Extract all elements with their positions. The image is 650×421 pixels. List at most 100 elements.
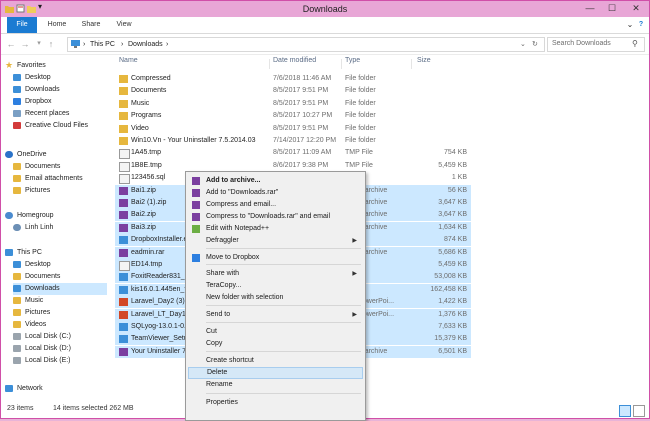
table-row[interactable]: 1A45.tmp 8/5/2017 11:09 AM TMP File 754 KB — [115, 147, 471, 160]
navigation-bar: ← → ▾ ↑ › This PC › Downloads › ⌄ ↻ Sear… — [1, 34, 649, 55]
large-icons-view-icon[interactable] — [633, 405, 645, 417]
nav-item-email-attachments[interactable]: Email attachments — [13, 173, 119, 185]
nav-item-onedrive[interactable]: OneDrive — [5, 149, 111, 161]
breadcrumb-this-pc[interactable]: This PC — [90, 39, 115, 50]
dropbox-icon — [192, 254, 200, 262]
menu-item-label: Rename — [206, 381, 233, 388]
context-menu: Add to archive... Add to "Downloads.rar" C… — [185, 171, 366, 421]
menu-item-cut[interactable]: Cut — [188, 326, 363, 338]
nav-item-dropbox[interactable]: Dropbox — [13, 96, 119, 108]
table-row[interactable]: Music 8/5/2017 9:51 PM File folder — [115, 98, 471, 110]
menu-item-label: Cut — [206, 328, 217, 335]
file-icon — [119, 174, 130, 185]
column-header-type[interactable]: Type — [345, 57, 360, 64]
column-divider[interactable] — [341, 59, 342, 69]
close-button[interactable]: ✕ — [623, 1, 649, 15]
disk-icon — [13, 345, 21, 352]
address-bar[interactable]: › This PC › Downloads › ⌄ ↻ — [67, 37, 545, 52]
dropbox-icon — [13, 98, 21, 105]
menu-item-compress-to-downloads-rar-and-email[interactable]: Compress to "Downloads.rar" and email — [188, 211, 363, 223]
table-row[interactable]: Win10.Vn - Your Uninstaller 7.5.2014.03 7… — [115, 135, 471, 147]
menu-item-add-to-archive[interactable]: Add to archive... — [188, 175, 363, 187]
column-header-date[interactable]: Date modified — [273, 57, 316, 64]
menu-item-label: Share with — [206, 270, 240, 277]
nav-item-homegroup[interactable]: Homegroup — [5, 210, 111, 222]
tab-share[interactable]: Share — [77, 17, 105, 33]
tab-home[interactable]: Home — [43, 17, 71, 33]
navigation-pane: ★ Favorites Desktop Downloads Dropbox Re… — [1, 55, 111, 400]
ppt-icon — [119, 310, 128, 319]
menu-item-compress-and-email[interactable]: Compress and email... — [188, 199, 363, 211]
help-icon[interactable]: ? — [635, 17, 647, 33]
address-dropdown-icon[interactable]: ⌄ — [520, 39, 526, 50]
user-icon — [13, 224, 21, 231]
up-button[interactable]: ↑ — [45, 38, 57, 50]
menu-item-edit-with-notepad[interactable]: Edit with Notepad++ — [188, 223, 363, 235]
tab-view[interactable]: View — [111, 17, 137, 33]
nav-item-disk-d[interactable]: Local Disk (D:) — [13, 343, 119, 355]
menu-item-defraggler[interactable]: Defraggler ▶ — [188, 235, 363, 247]
menu-item-move-to-dropbox[interactable]: Move to Dropbox — [188, 252, 363, 264]
network-icon — [5, 385, 13, 392]
recent-locations-icon[interactable]: ▾ — [33, 38, 45, 50]
nav-item-onedrive-pictures[interactable]: Pictures — [13, 185, 119, 197]
menu-item-label: Add to "Downloads.rar" — [206, 189, 279, 196]
nav-item-creative-cloud[interactable]: Creative Cloud Files — [13, 120, 119, 132]
maximize-button[interactable]: ☐ — [601, 1, 623, 15]
table-row[interactable]: Compressed 7/6/2018 11:46 AM File folder — [115, 73, 471, 85]
nav-item-disk-c[interactable]: Local Disk (C:) — [13, 331, 119, 343]
title-bar: ▾ Downloads — ☐ ✕ — [1, 1, 649, 17]
nav-item-videos[interactable]: Videos — [13, 319, 119, 331]
tab-file[interactable]: File — [7, 17, 37, 33]
refresh-icon[interactable]: ↻ — [532, 39, 538, 50]
nav-item-linh-linh[interactable]: Linh Linh — [13, 222, 119, 234]
menu-item-create-shortcut[interactable]: Create shortcut — [188, 355, 363, 367]
nav-item-pc-documents[interactable]: Documents — [13, 271, 119, 283]
breadcrumb-downloads[interactable]: Downloads — [128, 39, 163, 50]
nav-item-this-pc[interactable]: This PC — [5, 247, 111, 259]
nav-item-downloads[interactable]: Downloads — [13, 84, 119, 96]
menu-item-rename[interactable]: Rename — [188, 379, 363, 391]
nav-item-music[interactable]: Music — [13, 295, 119, 307]
menu-item-share-with[interactable]: Share with ▶ — [188, 268, 363, 280]
search-box[interactable]: Search Downloads ⚲ — [547, 37, 645, 52]
ribbon-expand-icon[interactable]: ⌄ — [625, 17, 635, 33]
menu-item-send-to[interactable]: Send to ▶ — [188, 309, 363, 321]
menu-item-add-to-downloads-rar[interactable]: Add to "Downloads.rar" — [188, 187, 363, 199]
nav-item-disk-e[interactable]: Local Disk (E:) — [13, 355, 119, 367]
file-size: 5,459 KB — [438, 161, 467, 169]
ppt-icon — [119, 298, 128, 307]
column-divider[interactable] — [269, 59, 270, 69]
menu-item-properties[interactable]: Properties — [188, 397, 363, 409]
search-input[interactable]: Search Downloads — [552, 40, 611, 47]
table-row[interactable]: Programs 8/5/2017 10:27 PM File folder — [115, 110, 471, 122]
nav-item-onedrive-documents[interactable]: Documents — [13, 161, 119, 173]
menu-item-delete[interactable]: Delete — [188, 367, 363, 379]
minimize-button[interactable]: — — [579, 1, 601, 15]
nav-item-pc-desktop[interactable]: Desktop — [13, 259, 119, 271]
menu-item-new-folder-with-selection[interactable]: New folder with selection — [188, 292, 363, 304]
column-header-size[interactable]: Size — [417, 57, 431, 64]
submenu-arrow-icon: ▶ — [352, 312, 357, 318]
nav-item-desktop[interactable]: Desktop — [13, 72, 119, 84]
nav-item-pc-downloads[interactable]: Downloads — [13, 283, 107, 295]
menu-item-copy[interactable]: Copy — [188, 338, 363, 350]
menu-item-teracopy[interactable]: TeraCopy... — [188, 280, 363, 292]
column-header-name[interactable]: Name — [119, 57, 138, 64]
column-divider[interactable] — [411, 59, 412, 69]
nav-item-recent-places[interactable]: Recent places — [13, 108, 119, 120]
nav-item-network[interactable]: Network — [5, 383, 111, 395]
details-view-icon[interactable] — [619, 405, 631, 417]
table-row[interactable]: 1B8E.tmp 8/6/2017 9:38 PM TMP File 5,459 KB — [115, 160, 471, 172]
nav-item-favorites[interactable]: ★ Favorites — [5, 60, 111, 72]
table-row[interactable]: Documents 8/5/2017 9:51 PM File folder — [115, 85, 471, 97]
back-button[interactable]: ← — [5, 38, 17, 50]
file-name: Programs — [131, 112, 162, 120]
forward-button[interactable]: → — [19, 38, 31, 50]
nav-item-pictures[interactable]: Pictures — [13, 307, 119, 319]
table-row[interactable]: Video 8/5/2017 9:51 PM File folder — [115, 123, 471, 135]
file-size: 754 KB — [444, 149, 467, 157]
menu-item-label: Add to archive... — [206, 177, 261, 184]
file-size — [411, 110, 467, 122]
window-title: Downloads — [302, 4, 348, 14]
